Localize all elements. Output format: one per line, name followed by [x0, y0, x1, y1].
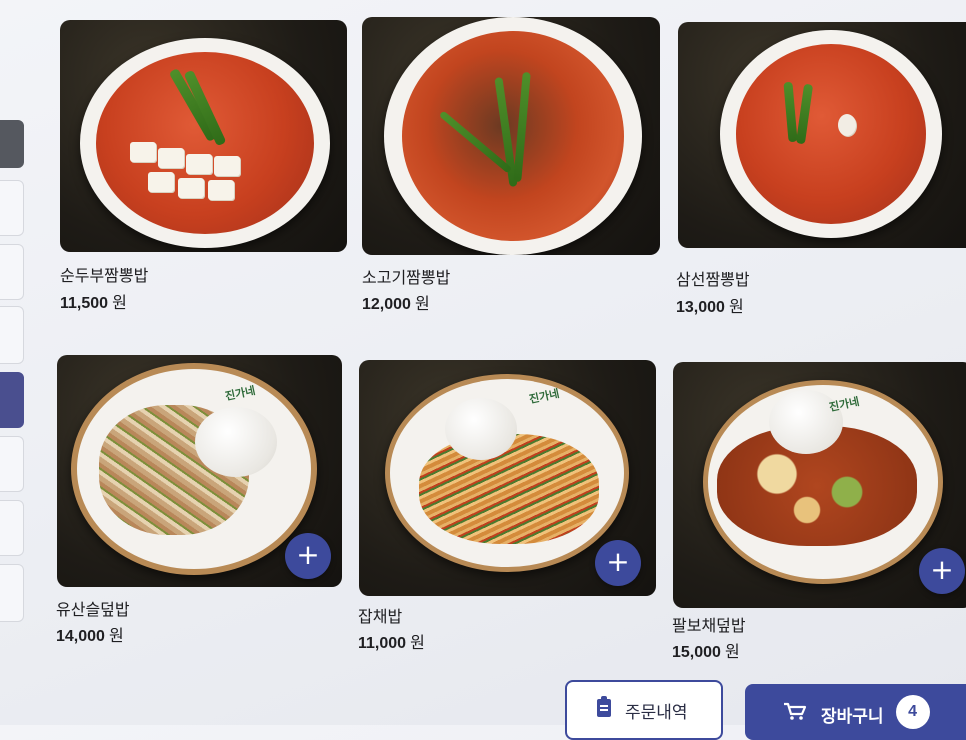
menu-item-price: 12,000 원: [362, 296, 430, 313]
food-photo: [60, 20, 347, 252]
order-history-button[interactable]: 주문내역: [565, 680, 723, 740]
menu-item-name: 팔보채덮밥: [672, 618, 746, 635]
menu-item-price: 13,000 원: [676, 299, 744, 316]
cart-count-badge: 4: [895, 695, 930, 729]
category-tab-8[interactable]: [0, 564, 24, 622]
category-tab-4[interactable]: [0, 306, 24, 364]
food-photo: [678, 22, 966, 248]
category-tab-3[interactable]: [0, 244, 24, 300]
menu-item-name: 삼선짬뽕밥: [676, 272, 750, 289]
menu-item-name: 순두부짬뽕밥: [60, 268, 149, 285]
category-tab-2[interactable]: [0, 180, 24, 236]
plus-icon: +: [606, 545, 630, 578]
food-photo: 진가네 +: [57, 355, 342, 587]
cart-icon: [784, 702, 807, 720]
menu-item-name: 잡채밥: [358, 609, 403, 626]
category-tab-1[interactable]: [0, 120, 24, 168]
cart-button[interactable]: 장바구니 4: [745, 684, 966, 740]
menu-item-name: 소고기짬뽕밥: [362, 270, 451, 287]
category-tab-6[interactable]: [0, 436, 24, 492]
menu-item-price: 11,000 원: [358, 635, 425, 652]
order-history-label: 주문내역: [625, 703, 688, 722]
food-photo: [362, 17, 660, 255]
menu-item-price: 14,000 원: [56, 628, 124, 645]
cart-label: 장바구니: [821, 707, 884, 726]
add-to-cart-button[interactable]: +: [285, 533, 331, 579]
clipboard-icon: [597, 696, 611, 717]
menu-item-price: 11,500 원: [60, 295, 127, 312]
add-to-cart-button[interactable]: +: [595, 540, 641, 586]
plus-icon: +: [296, 538, 320, 571]
add-to-cart-button[interactable]: +: [919, 548, 965, 594]
category-tab-5[interactable]: [0, 372, 24, 428]
food-photo: 진가네 +: [359, 360, 656, 596]
plus-icon: +: [930, 553, 954, 586]
category-tab-7[interactable]: [0, 500, 24, 556]
food-photo: 진가네 +: [673, 362, 966, 608]
menu-item-price: 15,000 원: [672, 644, 740, 661]
menu-item-name: 유산슬덮밥: [56, 602, 130, 619]
